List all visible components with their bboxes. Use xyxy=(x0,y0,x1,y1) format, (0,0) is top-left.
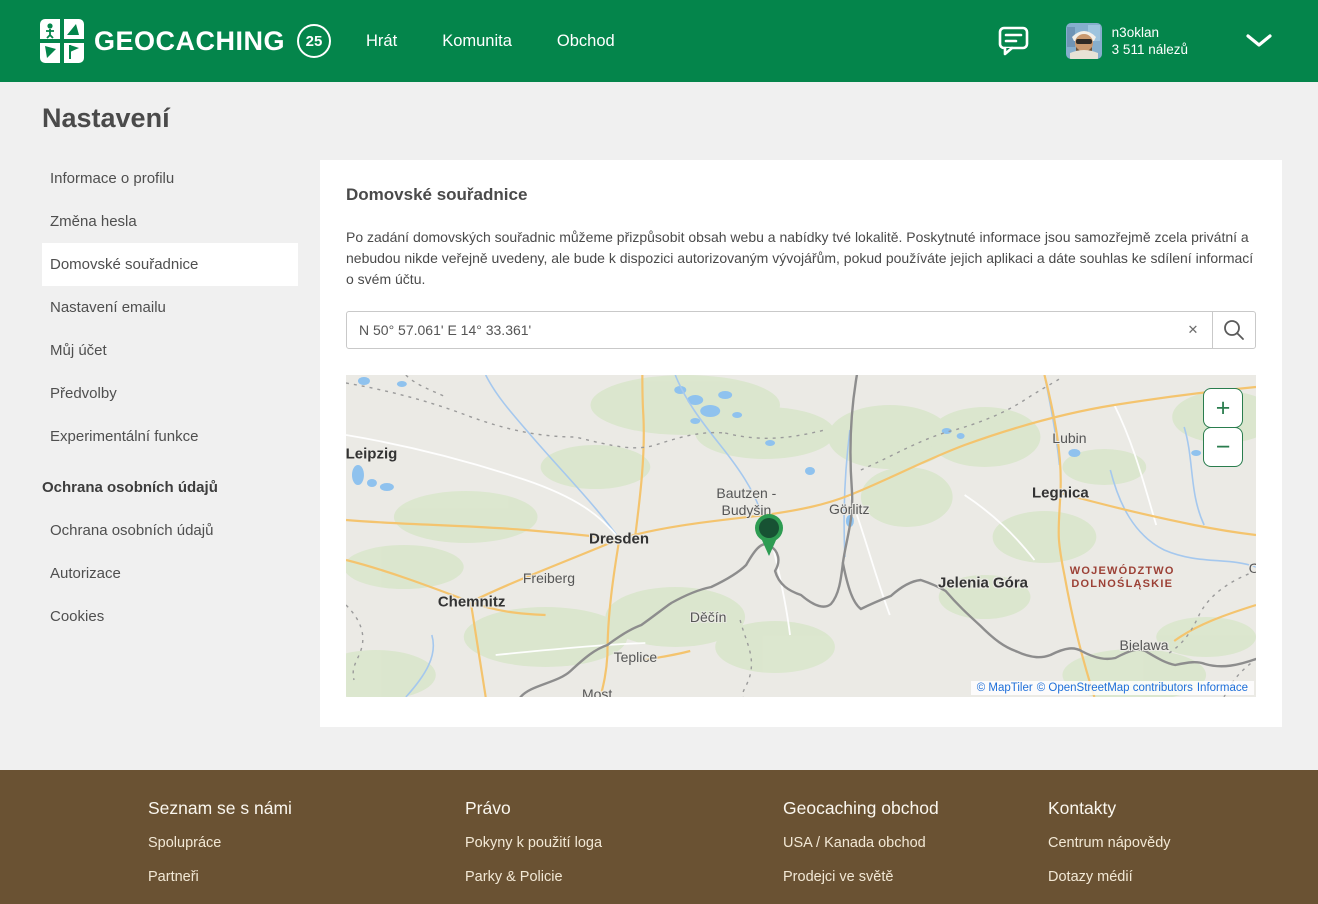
footer-link[interactable]: USA / Kanada obchod xyxy=(783,835,1048,851)
map-city-label: Bielawa xyxy=(1120,637,1169,653)
sidebar-item[interactable]: Informace o profilu xyxy=(42,157,298,200)
sidebar-item[interactable]: Ochrana osobních údajů xyxy=(42,509,298,552)
map-attribution: © MapTiler © OpenStreetMap contributors In… xyxy=(971,681,1254,695)
map-city-label: Freiberg xyxy=(523,570,575,586)
footer-link[interactable]: Partneři xyxy=(148,869,465,885)
search-icon xyxy=(1222,318,1246,342)
topbar-user-area: n3oklan 3 511 nálezů xyxy=(998,0,1272,82)
anniversary-25-badge: 25 xyxy=(297,24,331,58)
footer-link[interactable]: Dotazy médií xyxy=(1048,869,1318,885)
footer-column: Geocaching obchod USA / Kanada obchod Prod… xyxy=(783,798,1048,904)
card-heading: Domovské souřadnice xyxy=(346,185,1256,205)
site-footer: Seznam se s námiSpoluprácePartneřiPrávoP… xyxy=(0,770,1318,904)
map-city-label: Děčín xyxy=(690,609,727,625)
chevron-down-icon[interactable] xyxy=(1246,34,1272,48)
settings-sidebar: Informace o profiluZměna heslaDomovské s… xyxy=(42,157,298,638)
map-attribution-link[interactable]: © MapTiler xyxy=(977,682,1033,694)
messages-icon[interactable] xyxy=(998,26,1030,56)
page-title: Nastavení xyxy=(42,103,170,134)
map-city-label: Lubin xyxy=(1052,430,1086,446)
map-labels-layer: LeipzigLubinLegnicaBautzen -BudyšinGörli… xyxy=(346,375,1256,697)
geocaching-logo[interactable]: GEOCACHING 25 xyxy=(40,19,331,63)
clear-input-button[interactable]: ✕ xyxy=(1174,312,1212,348)
nav-link[interactable]: Hrát xyxy=(366,32,397,51)
sidebar-item[interactable]: Experimentální funkce xyxy=(42,415,298,458)
main-navigation: Hrát Komunita Obchod xyxy=(366,32,615,51)
map-zoom-out-button[interactable]: − xyxy=(1203,427,1243,467)
map-city-label: Bautzen - xyxy=(716,485,776,501)
footer-link[interactable]: Spolupráce xyxy=(148,835,465,851)
footer-column: Seznam se s námi Spolupráce Partneři xyxy=(148,798,465,904)
footer-column-title: Seznam se s námi xyxy=(148,798,465,819)
map-marker-pin[interactable] xyxy=(751,512,787,563)
footer-column: Kontakty Centrum nápovědy Dotazy médií xyxy=(1048,798,1318,904)
sidebar-item[interactable]: Můj účet xyxy=(42,329,298,372)
map-city-label: Leipzig xyxy=(346,445,397,462)
map-city-label: Chemnitz xyxy=(438,594,506,611)
footer-link[interactable]: Prodejci ve světě xyxy=(783,869,1048,885)
footer-link[interactable]: Parky & Policie xyxy=(465,869,783,885)
top-navigation-bar: GEOCACHING 25 Hrát Komunita Obchod xyxy=(0,0,1318,82)
nav-link[interactable]: Obchod xyxy=(557,32,615,51)
map-city-label: Görlitz xyxy=(829,501,869,517)
footer-link[interactable]: Pokyny k použití loga xyxy=(465,835,783,851)
user-menu[interactable]: n3oklan 3 511 nálezů xyxy=(1112,24,1188,58)
map-city-label: WOJEWÓDZTWO xyxy=(1070,565,1175,577)
sidebar-section-header: Ochrana osobních údajů xyxy=(42,466,298,509)
footer-column-title: Kontakty xyxy=(1048,798,1318,819)
footer-column-title: Geocaching obchod xyxy=(783,798,1048,819)
map-city-label: O xyxy=(1249,560,1256,576)
map-zoom-in-button[interactable]: + xyxy=(1203,388,1243,428)
sidebar-item[interactable]: Autorizace xyxy=(42,552,298,595)
home-coordinates-card: Domovské souřadnice Po zadání domovských… xyxy=(320,160,1282,727)
footer-link[interactable]: Centrum nápovědy xyxy=(1048,835,1318,851)
user-avatar[interactable] xyxy=(1066,23,1102,59)
map[interactable]: LeipzigLubinLegnicaBautzen -BudyšinGörli… xyxy=(346,375,1256,697)
sidebar-item[interactable]: Změna hesla xyxy=(42,200,298,243)
sidebar-item[interactable]: Předvolby xyxy=(42,372,298,415)
search-button[interactable] xyxy=(1213,312,1255,348)
map-city-label: Most xyxy=(582,686,612,697)
sidebar-item[interactable]: Domovské souřadnice xyxy=(42,243,298,286)
map-attribution-link[interactable]: Informace xyxy=(1197,682,1248,694)
map-city-label: Teplice xyxy=(614,649,658,665)
geocaching-settings-page: GEOCACHING 25 Hrát Komunita Obchod xyxy=(0,0,1318,904)
coordinates-search-bar: ✕ xyxy=(346,311,1256,349)
map-city-label: Dresden xyxy=(589,531,649,548)
nav-link[interactable]: Komunita xyxy=(442,32,512,51)
map-city-label: DOLNOŚLĄSKIE xyxy=(1071,578,1173,590)
footer-column-title: Právo xyxy=(465,798,783,819)
sidebar-item[interactable]: Cookies xyxy=(42,595,298,638)
map-city-label: Jelenia Góra xyxy=(938,574,1028,591)
map-attribution-link[interactable]: © OpenStreetMap contributors xyxy=(1037,682,1193,694)
map-city-label: Legnica xyxy=(1032,484,1089,501)
find-count: 3 511 nálezů xyxy=(1112,41,1188,58)
card-description: Po zadání domovských souřadnic můžeme př… xyxy=(346,227,1256,290)
sidebar-item[interactable]: Nastavení emailu xyxy=(42,286,298,329)
geocaching-logo-icon xyxy=(40,19,84,63)
brand-wordmark: GEOCACHING xyxy=(94,26,285,57)
map-zoom-controls: + − xyxy=(1203,388,1243,467)
coordinates-input[interactable] xyxy=(347,312,1174,348)
username: n3oklan xyxy=(1112,24,1188,41)
footer-column: Právo Pokyny k použití loga Parky & Polici… xyxy=(465,798,783,904)
